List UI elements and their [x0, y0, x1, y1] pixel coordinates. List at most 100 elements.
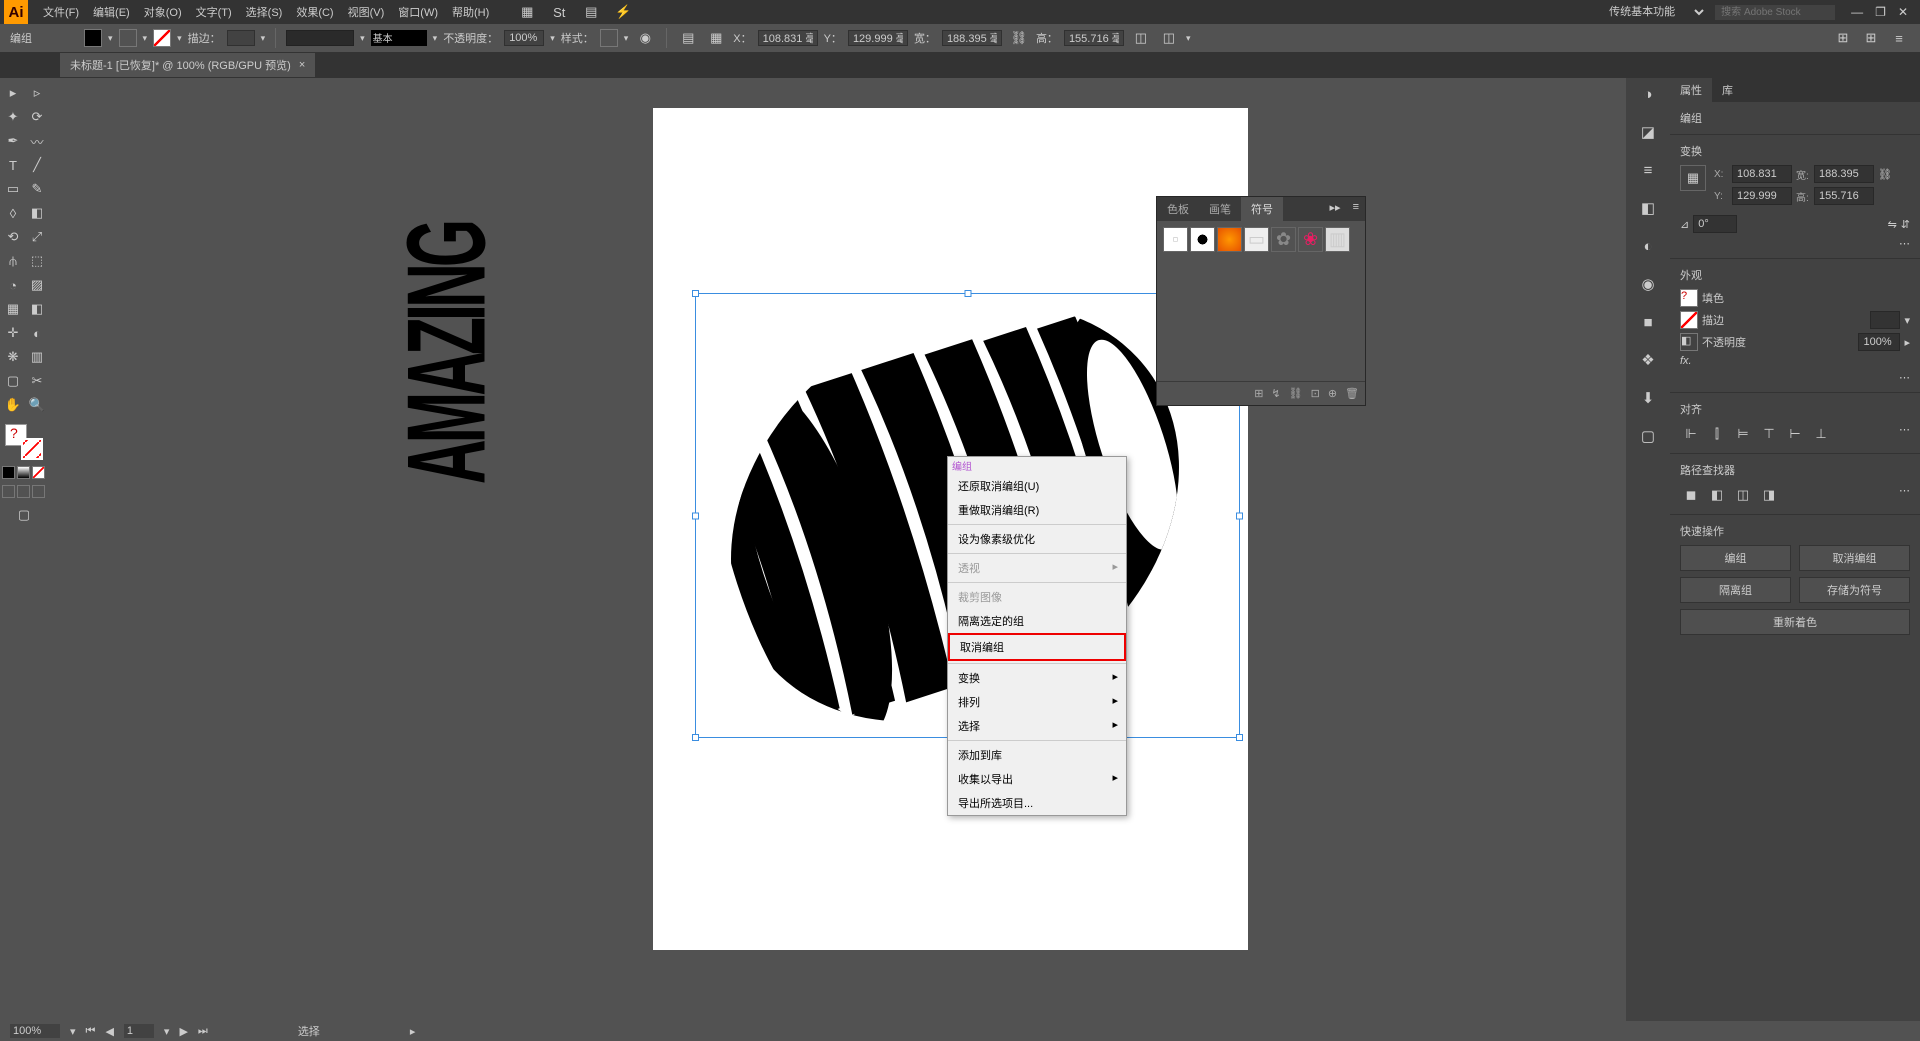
nav-prev-icon[interactable]: ◀ [105, 1025, 113, 1038]
panel-collapse-icon[interactable]: ▸▸ [1324, 197, 1347, 221]
symbol-break-icon[interactable]: ⛓ [1289, 387, 1303, 400]
eyedropper-tool[interactable]: ✛ [2, 322, 24, 344]
document-tab[interactable]: 未标题-1 [已恢复]* @ 100% (RGB/GPU 预览) × [60, 53, 315, 77]
fill-stroke-control[interactable]: ? [2, 424, 46, 460]
symbol-place-icon[interactable]: ↯ [1271, 387, 1280, 400]
panel-menu-icon[interactable]: ≡ [1347, 197, 1365, 221]
prop-h-input[interactable] [1814, 187, 1874, 205]
arrange-icon[interactable]: ▤ [580, 1, 602, 23]
flip-h-icon[interactable]: ⇋ [1888, 218, 1897, 231]
brushes-tab[interactable]: 画笔 [1199, 197, 1241, 221]
libraries-tab[interactable]: 库 [1712, 78, 1743, 102]
fill-swatch[interactable] [84, 29, 102, 47]
ctx-collect-export[interactable]: 收集以导出▸ [948, 767, 1126, 791]
tab-close-icon[interactable]: × [299, 59, 305, 71]
snap-icon[interactable]: ⊞ [1832, 27, 1854, 49]
snap2-icon[interactable]: ⊞ [1860, 27, 1882, 49]
ctx-redo[interactable]: 重做取消编组(R) [948, 498, 1126, 522]
gpu-icon[interactable]: ⚡ [612, 1, 634, 23]
bridge-icon[interactable]: ▦ [516, 1, 538, 23]
symbol-item[interactable]: ▭ [1244, 227, 1269, 252]
flip-v-icon[interactable]: ⇵ [1901, 218, 1910, 231]
reference-point[interactable]: ▦ [1680, 165, 1706, 191]
prefs-icon[interactable]: ≡ [1888, 27, 1910, 49]
stroke-w-input[interactable] [1870, 311, 1900, 329]
prop-y-input[interactable] [1732, 187, 1792, 205]
w-input[interactable] [942, 30, 1002, 46]
magic-wand-tool[interactable]: ✦ [2, 106, 24, 128]
scale-tool[interactable]: ⤢ [26, 226, 48, 248]
shape-builder-tool[interactable]: ◔ [2, 274, 24, 296]
align-left[interactable]: ⊩ [1680, 423, 1702, 445]
symbol-item[interactable]: ▫ [1163, 227, 1188, 252]
recolor-button[interactable]: 重新着色 [1680, 609, 1910, 635]
type-tool[interactable]: T [2, 154, 24, 176]
ctx-select[interactable]: 选择▸ [948, 714, 1126, 738]
mesh-tool[interactable]: ▦ [2, 298, 24, 320]
style-swatch[interactable] [600, 29, 618, 47]
isolate-button[interactable]: 隔离组 [1680, 577, 1791, 603]
pen-tool[interactable]: ✒ [2, 130, 24, 152]
symbol-library-icon[interactable]: ⊞ [1254, 387, 1263, 400]
blend-tool[interactable]: ◐ [26, 322, 48, 344]
angle-input[interactable] [1693, 215, 1737, 233]
ctx-add-library[interactable]: 添加到库 [948, 743, 1126, 767]
link-wh-icon[interactable]: ⛓ [1008, 27, 1030, 49]
canvas[interactable]: AMAZING [55, 78, 1626, 1021]
envelope-icon[interactable]: ◫ [1158, 27, 1180, 49]
ungroup-button[interactable]: 取消编组 [1799, 545, 1910, 571]
menu-select[interactable]: 选择(S) [239, 4, 290, 20]
h-input[interactable] [1064, 30, 1124, 46]
appearance-icon[interactable]: ◉ [1636, 272, 1660, 296]
pf-minus[interactable]: ◧ [1706, 484, 1728, 506]
artboard-tool[interactable]: ▢ [2, 370, 24, 392]
align-hcenter[interactable]: ⫿ [1706, 423, 1728, 445]
search-input[interactable] [1715, 5, 1835, 20]
prop-w-input[interactable] [1814, 165, 1874, 183]
save-symbol-button[interactable]: 存储为符号 [1799, 577, 1910, 603]
color-guide-icon[interactable]: ◪ [1636, 120, 1660, 144]
handle-ml[interactable] [692, 512, 699, 519]
status-arrow-icon[interactable]: ▸ [410, 1025, 416, 1038]
minimize-icon[interactable]: — [1851, 5, 1863, 19]
column-graph-tool[interactable]: ▥ [26, 346, 48, 368]
fx-label[interactable]: fx. [1680, 355, 1692, 367]
nav-next-icon[interactable]: ▶ [179, 1025, 187, 1038]
menu-effect[interactable]: 效果(C) [289, 4, 340, 20]
stroke-box[interactable] [1680, 311, 1698, 329]
eraser-tool[interactable]: ◧ [26, 202, 48, 224]
menu-help[interactable]: 帮助(H) [445, 4, 496, 20]
align-bottom[interactable]: ⊥ [1810, 423, 1832, 445]
symbol-item[interactable]: ✿ [1271, 227, 1296, 252]
symbol-item[interactable] [1190, 227, 1215, 252]
handle-tl[interactable] [692, 290, 699, 297]
symbol-item[interactable] [1217, 227, 1242, 252]
handle-bl[interactable] [692, 734, 699, 741]
asset-export-icon[interactable]: ⬇ [1636, 386, 1660, 410]
x-input[interactable] [758, 30, 818, 46]
symbol-new-icon[interactable]: ⊕ [1328, 387, 1337, 400]
more-options-icon[interactable]: ⋯ [1899, 237, 1910, 250]
align-icon[interactable]: ▤ [677, 27, 699, 49]
gradient-swatch[interactable] [17, 466, 30, 479]
ctx-pixel-perfect[interactable]: 设为像素级优化 [948, 527, 1126, 551]
symbol-item[interactable]: ▥ [1325, 227, 1350, 252]
rectangle-tool[interactable]: ▭ [2, 178, 24, 200]
menu-window[interactable]: 窗口(W) [391, 4, 445, 20]
symbol-item[interactable]: ❀ [1298, 227, 1323, 252]
ctx-arrange[interactable]: 排列▸ [948, 690, 1126, 714]
color-icon[interactable]: ◑ [1636, 82, 1660, 106]
opacity-input2[interactable] [1858, 333, 1900, 351]
zoom-tool[interactable]: 🔍 [26, 394, 48, 416]
slice-tool[interactable]: ✂ [26, 370, 48, 392]
symbol-sprayer-tool[interactable]: ❋ [2, 346, 24, 368]
transparency-icon[interactable]: ◐ [1636, 234, 1660, 258]
graphic-styles-icon[interactable]: ■ [1636, 310, 1660, 334]
properties-tab[interactable]: 属性 [1670, 78, 1712, 102]
pf-unite[interactable]: ◼ [1680, 484, 1702, 506]
stroke-weight-input[interactable] [227, 30, 255, 46]
artboard-num[interactable] [124, 1024, 154, 1038]
prop-x-input[interactable] [1732, 165, 1792, 183]
symbol-delete-icon[interactable]: 🗑 [1345, 387, 1359, 400]
menu-type[interactable]: 文字(T) [189, 4, 239, 20]
